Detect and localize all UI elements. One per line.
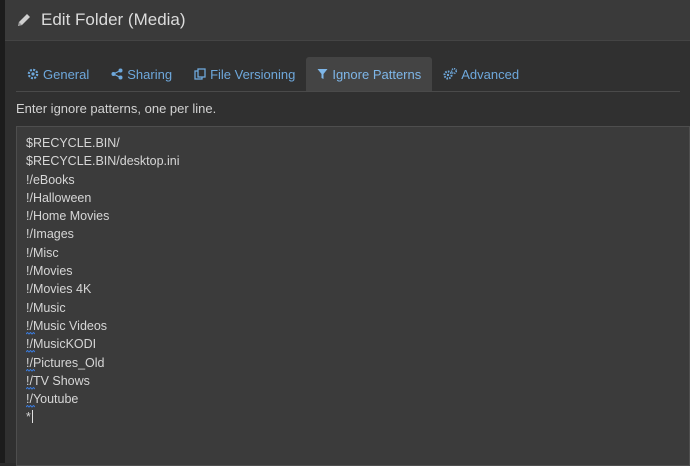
copy-icon — [194, 68, 206, 80]
tab-file-versioning-label: File Versioning — [210, 66, 296, 82]
pattern-line: $RECYCLE.BIN/ — [26, 136, 120, 150]
text-caret — [31, 410, 33, 424]
ignore-patterns-textarea[interactable]: $RECYCLE.BIN/ $RECYCLE.BIN/desktop.ini !… — [16, 126, 690, 466]
pattern-line: !/Movies — [26, 264, 73, 279]
pattern-line: !/Youtube — [26, 392, 79, 408]
pattern-line: !/Movies 4K — [26, 282, 92, 297]
pencil-icon — [16, 12, 32, 28]
edit-folder-modal: Edit Folder (Media) General Sharing File… — [5, 0, 690, 466]
tab-general[interactable]: General — [16, 57, 100, 91]
ignore-patterns-instructions: Enter ignore patterns, one per line. — [16, 101, 217, 116]
tab-ignore-patterns-label: Ignore Patterns — [332, 66, 422, 82]
tab-bar: General Sharing File Versioning Ignore P… — [16, 57, 680, 92]
pattern-line: $RECYCLE.BIN/desktop.ini — [26, 154, 180, 169]
modal-header: Edit Folder (Media) — [5, 0, 690, 41]
tab-advanced-label: Advanced — [461, 66, 520, 82]
tab-sharing-label: Sharing — [127, 66, 173, 82]
tab-sharing[interactable]: Sharing — [100, 57, 183, 91]
pattern-line: * — [26, 410, 33, 425]
gear-icon — [27, 68, 39, 80]
share-icon — [111, 68, 123, 80]
gears-icon — [443, 68, 458, 80]
pattern-line: !/Pictures_Old — [26, 355, 105, 372]
pattern-line: !/TV Shows — [26, 373, 90, 390]
pattern-line: !/Music — [26, 300, 66, 315]
pattern-line: !/MusicKODI — [26, 337, 97, 353]
modal-title: Edit Folder (Media) — [41, 10, 186, 29]
pattern-line: !/Misc — [26, 245, 59, 260]
pattern-line: !/eBooks — [26, 172, 75, 187]
tab-advanced[interactable]: Advanced — [432, 57, 530, 91]
pattern-line: !/Home Movies — [26, 209, 110, 224]
tab-ignore-patterns[interactable]: Ignore Patterns — [306, 57, 433, 91]
pattern-line: !/Images — [26, 227, 74, 242]
pattern-line: !/Music Videos — [26, 318, 108, 335]
filter-icon — [317, 69, 328, 79]
tab-general-label: General — [43, 66, 90, 82]
tab-file-versioning[interactable]: File Versioning — [183, 57, 306, 91]
pattern-line: !/Halloween — [26, 190, 92, 205]
